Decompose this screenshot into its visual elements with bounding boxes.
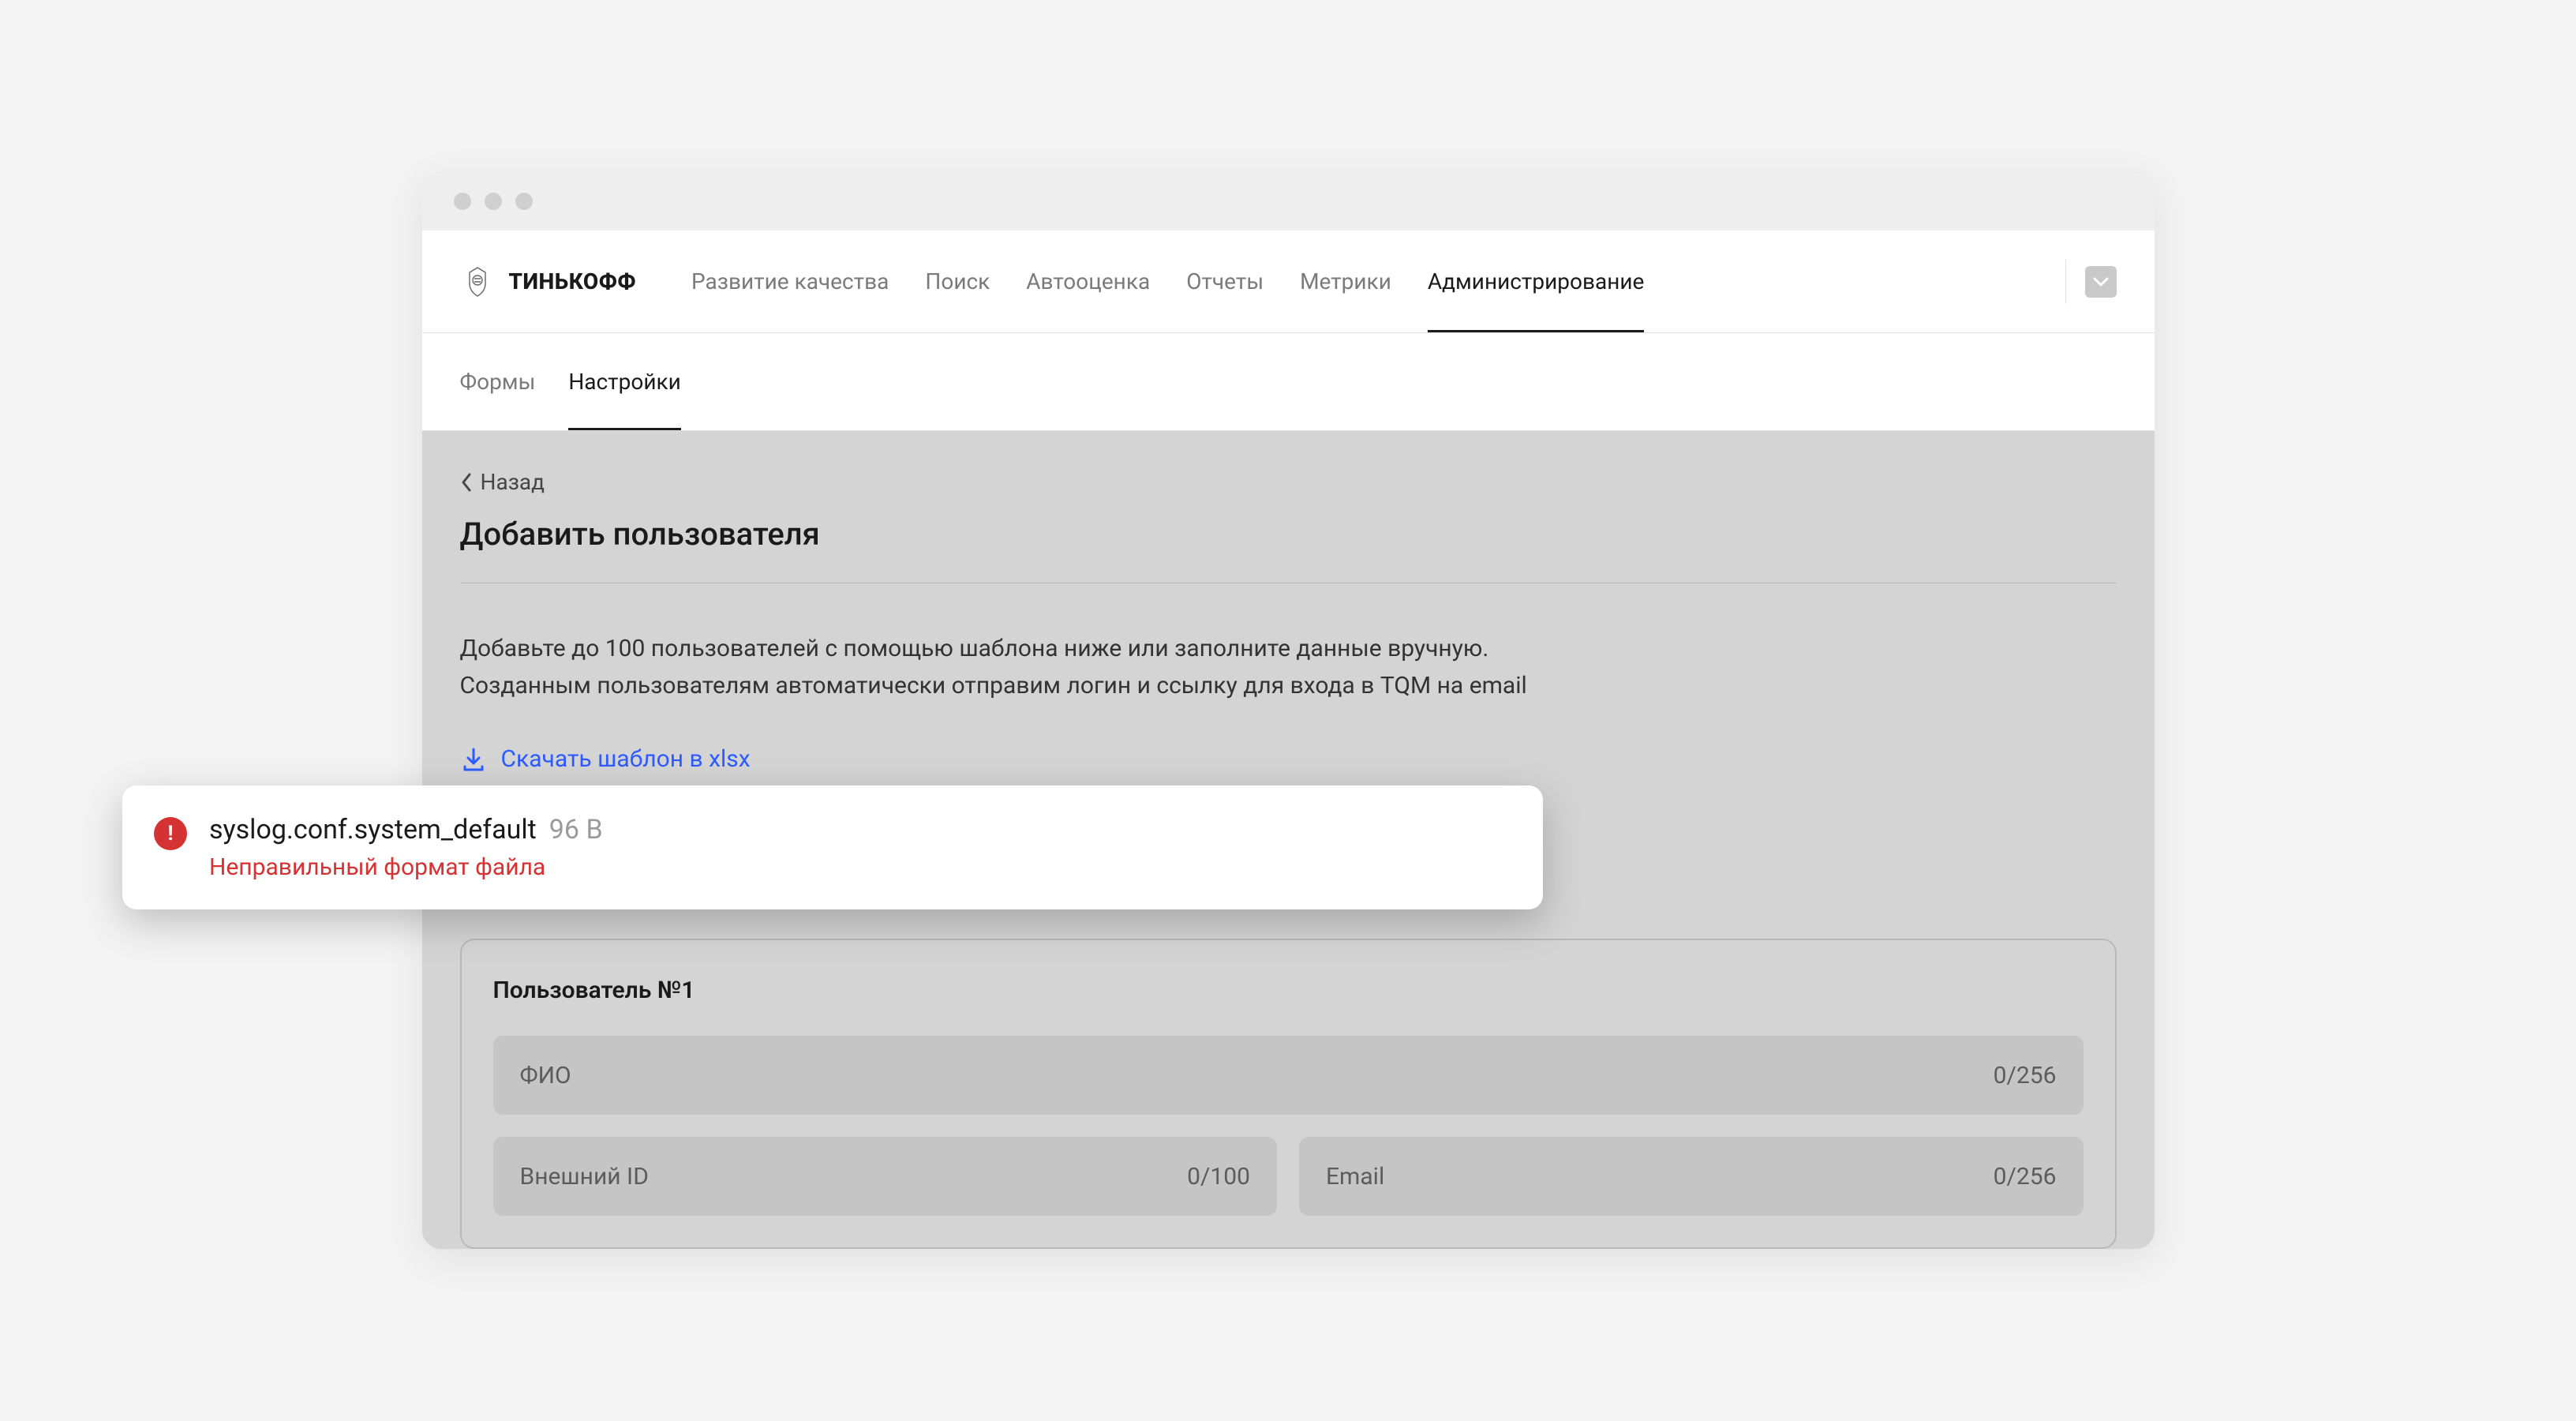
subnav-item-forms[interactable]: Формы xyxy=(460,333,536,430)
error-message: Неправильный формат файла xyxy=(209,853,603,881)
external-id-placeholder: Внешний ID xyxy=(520,1163,649,1190)
error-body: syslog.conf.system_default 96 B Неправил… xyxy=(209,814,603,881)
window-maximize-dot[interactable] xyxy=(515,193,533,210)
error-filename: syslog.conf.system_default xyxy=(209,814,537,845)
download-template-link[interactable]: Скачать шаблон в xlsx xyxy=(460,745,751,773)
error-filesize: 96 B xyxy=(549,814,603,845)
back-label: Назад xyxy=(481,469,545,495)
instructions: Добавьте до 100 пользователей с помощью … xyxy=(460,631,2117,704)
nav-item-search[interactable]: Поиск xyxy=(925,268,990,332)
download-label: Скачать шаблон в xlsx xyxy=(501,745,751,773)
nav-item-admin[interactable]: Администрирование xyxy=(1428,268,1645,332)
download-icon xyxy=(460,746,487,773)
nav-item-autoscore[interactable]: Автооценка xyxy=(1026,268,1150,332)
error-toast: ! syslog.conf.system_default 96 B Неправ… xyxy=(122,785,1543,909)
instructions-line-2: Созданным пользователям автоматически от… xyxy=(460,668,2117,705)
chevron-down-icon xyxy=(2093,276,2109,287)
email-counter: 0/256 xyxy=(1994,1163,2057,1190)
fio-placeholder: ФИО xyxy=(520,1062,571,1089)
sub-header: Формы Настройки xyxy=(422,333,2155,431)
window-minimize-dot[interactable] xyxy=(485,193,502,210)
nav-main: Развитие качества Поиск Автооценка Отчет… xyxy=(691,231,2065,332)
fio-field[interactable]: ФИО 0/256 xyxy=(493,1036,2084,1115)
brand-name: ТИНЬКОФФ xyxy=(509,268,637,294)
nav-item-metrics[interactable]: Метрики xyxy=(1300,268,1391,332)
divider xyxy=(2065,260,2066,304)
email-field[interactable]: Email 0/256 xyxy=(1299,1137,2084,1216)
email-placeholder: Email xyxy=(1326,1163,1384,1190)
error-line-1: syslog.conf.system_default 96 B xyxy=(209,814,603,845)
user-card-title: Пользователь №1 xyxy=(493,977,2084,1004)
back-link[interactable]: Назад xyxy=(460,469,2117,495)
chevron-left-icon xyxy=(460,472,473,493)
window-close-dot[interactable] xyxy=(454,193,471,210)
brand-logo-icon xyxy=(460,264,495,299)
user-card: Пользователь №1 ФИО 0/256 Внешний ID 0/1… xyxy=(460,939,2117,1249)
instructions-line-1: Добавьте до 100 пользователей с помощью … xyxy=(460,631,2117,668)
user-menu-button[interactable] xyxy=(2085,266,2117,298)
header-right xyxy=(2065,260,2117,304)
window-chrome xyxy=(422,172,2155,231)
nav-item-reports[interactable]: Отчеты xyxy=(1186,268,1264,332)
external-id-field[interactable]: Внешний ID 0/100 xyxy=(493,1137,1278,1216)
page-title: Добавить пользователя xyxy=(460,516,2117,583)
fields-row: Внешний ID 0/100 Email 0/256 xyxy=(493,1137,2084,1216)
fio-counter: 0/256 xyxy=(1994,1062,2057,1089)
external-id-counter: 0/100 xyxy=(1187,1163,1250,1190)
brand: ТИНЬКОФФ xyxy=(460,264,637,299)
subnav-item-settings[interactable]: Настройки xyxy=(568,333,680,430)
nav-item-quality[interactable]: Развитие качества xyxy=(691,268,889,332)
browser-window: ТИНЬКОФФ Развитие качества Поиск Автооце… xyxy=(422,172,2155,1249)
error-icon: ! xyxy=(154,817,187,850)
app-header: ТИНЬКОФФ Развитие качества Поиск Автооце… xyxy=(422,231,2155,333)
